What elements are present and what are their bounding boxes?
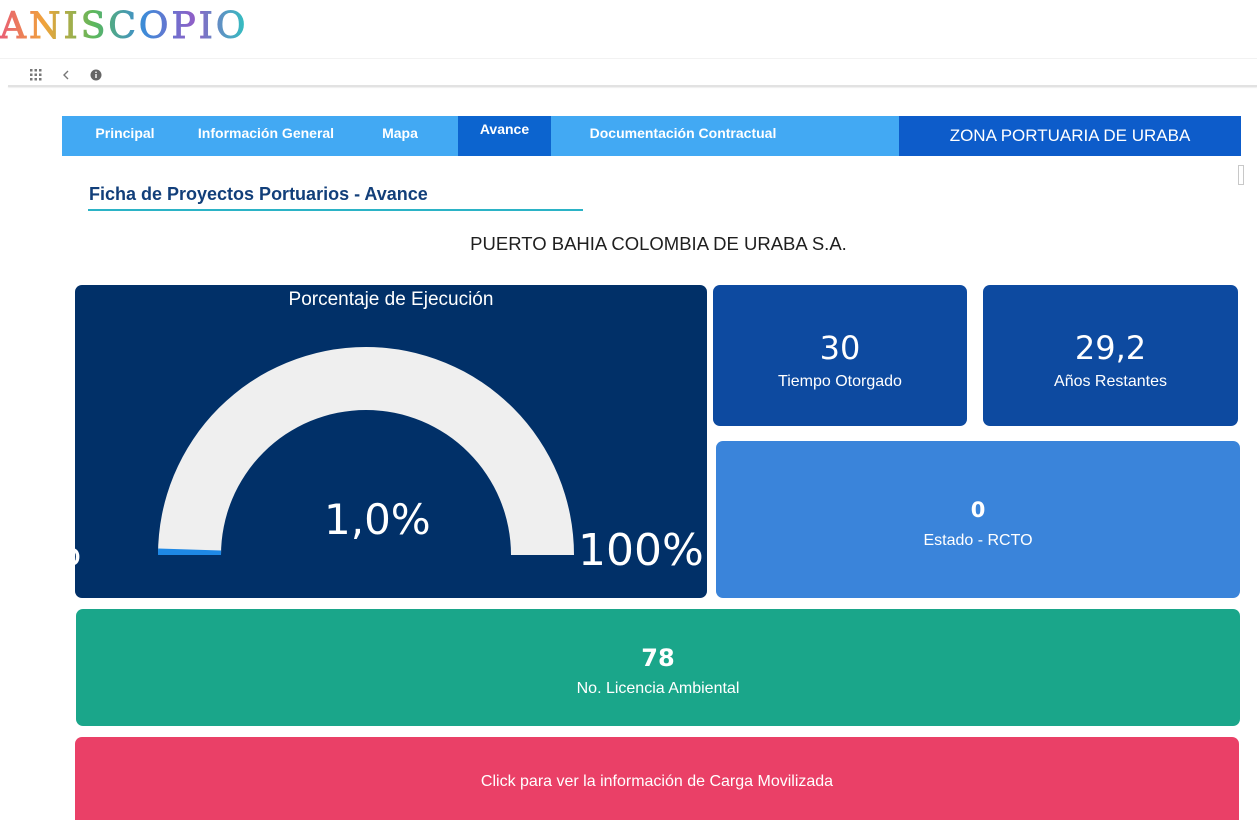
anos-restantes-value: 29,2 [1074, 329, 1147, 367]
toolbar [28, 66, 104, 84]
chevron-left-icon[interactable] [58, 67, 74, 83]
company-name: PUERTO BAHIA COLOMBIA DE URABA S.A. [470, 233, 847, 254]
tiempo-otorgado-value: 30 [819, 329, 861, 367]
aniscopio-logo: ANISCOPIO [0, 6, 249, 48]
carga-movilizada-button[interactable]: Click para ver la información de Carga M… [75, 737, 1239, 820]
estado-rcto-card: 0 Estado - RCTO [716, 441, 1240, 598]
page-title: Ficha de Proyectos Portuarios - Avance [89, 184, 428, 204]
scrollbar-thumb[interactable] [1238, 165, 1244, 185]
tab-principal[interactable]: Principal [82, 116, 168, 156]
toolbar-divider [8, 85, 1257, 87]
tab-mapa[interactable]: Mapa [372, 116, 428, 156]
zone-label: ZONA PORTUARIA DE URABA [899, 116, 1241, 156]
licencia-ambiental-card: 78 No. Licencia Ambiental [76, 609, 1240, 726]
estado-rcto-value: 0 [970, 498, 986, 522]
tab-avance[interactable]: Avance [458, 116, 551, 156]
carga-movilizada-label: Click para ver la información de Carga M… [480, 773, 834, 790]
gauge-min-label: 0% [12, 525, 82, 576]
anos-restantes-card: 29,2 Años Restantes [983, 285, 1238, 426]
info-icon[interactable] [88, 67, 104, 83]
licencia-ambiental-label: No. Licencia Ambiental [576, 680, 740, 697]
gauge-max-label: 100% [578, 525, 704, 576]
tiempo-otorgado-label: Tiempo Otorgado [778, 373, 902, 390]
anos-restantes-label: Años Restantes [1054, 373, 1167, 390]
header-divider [0, 58, 1257, 59]
tab-informacion-general[interactable]: Información General [192, 116, 340, 156]
gauge-value-label: 1,0% [324, 495, 431, 544]
licencia-ambiental-value: 78 [641, 644, 675, 672]
apps-grid-icon[interactable] [28, 67, 44, 83]
title-underline [88, 209, 583, 211]
tab-documentacion-contractual[interactable]: Documentación Contractual [572, 116, 794, 156]
nav-bar: Principal Información General Mapa Avanc… [62, 116, 1241, 156]
estado-rcto-label: Estado - RCTO [923, 532, 1033, 549]
tiempo-otorgado-card: 30 Tiempo Otorgado [713, 285, 967, 426]
